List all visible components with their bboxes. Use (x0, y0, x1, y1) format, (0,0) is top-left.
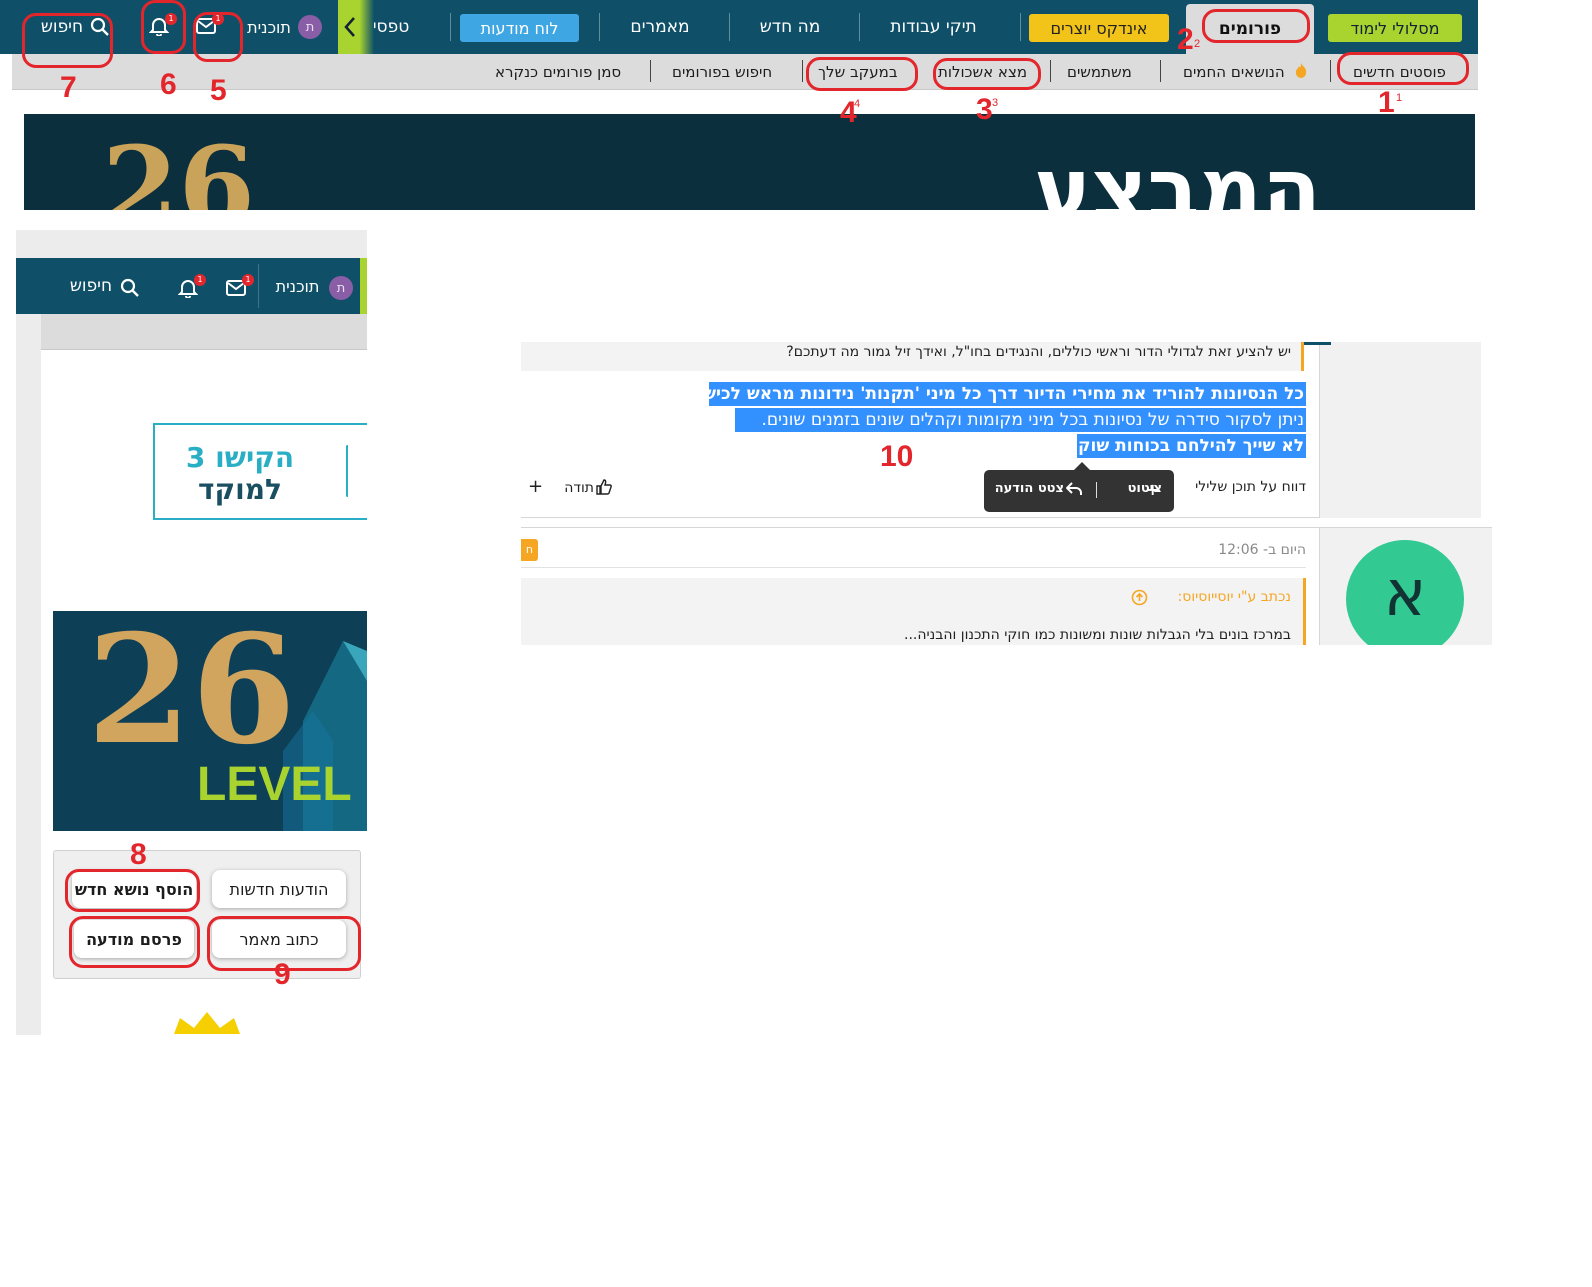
user-avatar[interactable]: ת (298, 15, 322, 39)
subnav-divider (1330, 60, 1331, 82)
sticky-sub-bar (41, 314, 367, 350)
reply-icon (1066, 482, 1082, 496)
nav-portfolios[interactable]: תיקי עבודות (866, 0, 1001, 54)
post2-timestamp: היום ב- 12:06 (1218, 542, 1306, 558)
nav-articles[interactable]: מאמרים (606, 0, 714, 54)
annotation-ring-1 (1337, 52, 1469, 85)
annotation-number-9: 9 (274, 958, 291, 991)
annotation-sup-1: 1 (1396, 92, 1403, 104)
subnav-divider (802, 60, 803, 82)
annotation-number-5: 5 (210, 74, 227, 107)
nav-divider (599, 13, 600, 41)
promo-line-2: למוקד (198, 473, 282, 506)
nav-whats-new[interactable]: מה חדש (735, 0, 845, 54)
sticky-inbox-badge: 1 (242, 274, 254, 286)
thumbs-up-icon[interactable] (596, 479, 612, 495)
crown-icon (172, 1012, 242, 1034)
post2-header-divider (521, 567, 1306, 568)
tooltip-divider (1096, 482, 1097, 498)
sticky-divider (258, 264, 259, 308)
annotation-number-6: 6 (160, 68, 177, 101)
author-avatar-letter: א (1383, 557, 1427, 631)
promo-banner[interactable]: המבצע 26 (24, 114, 1475, 210)
annotation-ring-9a (69, 916, 200, 968)
chevron-left-icon (343, 16, 357, 38)
call-center-promo[interactable]: הקישו 3 למוקד (153, 423, 367, 520)
annotation-number-2: 2 (1177, 23, 1194, 56)
annotation-number-8: 8 (130, 838, 147, 871)
post2-quote-author[interactable]: נכתב ע"י יוסייוסיוס: (1040, 589, 1291, 605)
selected-text-line-1[interactable]: כל הנסיונות להוריד את מחירי הדיור דרך כל… (669, 382, 1306, 406)
fire-icon (1294, 62, 1308, 78)
annotation-ring-2 (1202, 9, 1310, 43)
selected-text-line-2[interactable]: ניתן לסקור סידרה של נסיונות בכל מיני מקו… (735, 408, 1306, 432)
sticky-alerts-badge: 1 (194, 274, 206, 286)
sticky-user-name[interactable]: תוכנית (270, 258, 325, 314)
annotation-number-1: 1 (1378, 86, 1395, 119)
banner-26-logo: 26 (87, 611, 296, 778)
sticky-search-label[interactable]: חיפוש (64, 258, 118, 314)
sticky-nav-accent (360, 258, 367, 314)
banner-headline: המבצע (1034, 140, 1322, 210)
annotation-sup-4: 4 (854, 98, 861, 110)
level-up-banner[interactable]: 26 LEVEL U (53, 611, 367, 831)
annotation-sup-3: 3 (992, 97, 999, 109)
nav-creators-index[interactable]: אינדקס יוצרים (1029, 14, 1169, 42)
promo-bracket (346, 445, 349, 497)
post2-quote-text: במרכז בונים בלי הגבלות שונות ומשונות כמו… (904, 627, 1291, 643)
plus-icon: + (1146, 480, 1160, 499)
subnav-mark-read[interactable]: סמן פורומים כנקרא (495, 54, 621, 90)
like-label[interactable]: תודה (560, 480, 594, 496)
subnav-search-forums[interactable]: חיפוש בפורומים (672, 54, 772, 90)
annotation-ring-4 (806, 57, 918, 91)
add-reaction-icon[interactable]: + (528, 478, 543, 496)
arrow-up-circle-icon[interactable] (1131, 589, 1148, 606)
banner-logo-number: 26 (102, 122, 256, 211)
post-author-sidebar (1319, 342, 1481, 518)
nav-job-board[interactable]: לוח מודעות (460, 14, 579, 42)
sticky-user-avatar[interactable]: ת (329, 276, 353, 300)
sticky-search-icon[interactable] (120, 278, 140, 298)
annotation-ring-8 (65, 869, 200, 912)
nav-user-name[interactable]: תוכנית (243, 0, 295, 54)
annotation-number-7: 7 (60, 71, 77, 104)
new-messages-button[interactable]: הודעות חדשות (212, 870, 346, 908)
nav-divider (1020, 13, 1021, 41)
annotation-ring-3 (933, 58, 1041, 90)
avatar-crop (1319, 645, 1492, 665)
subnav-divider (1050, 60, 1051, 82)
annotation-sup-2: 2 (1194, 38, 1201, 50)
annotation-number-10: 10 (880, 440, 914, 473)
selected-text-line-3[interactable]: לא שייך להילחם בכוחות שוק ! (1064, 434, 1306, 458)
report-link[interactable]: דווח על תוכן שלילי (1180, 479, 1306, 495)
annotation-ring-7 (22, 13, 113, 68)
nav-learning-paths[interactable]: מסלולי לימוד (1328, 14, 1462, 42)
subnav-divider (650, 60, 651, 82)
annotation-ring-6 (141, 0, 186, 54)
post2-pointer (1306, 556, 1318, 574)
nav-divider (859, 13, 860, 41)
banner-level-text: LEVEL U (197, 758, 367, 811)
annotation-number-3: 3 (976, 93, 993, 126)
tooltip-arrow (1074, 462, 1090, 470)
post2-new-badge: ח (521, 539, 538, 561)
subnav-hot-topics[interactable]: הנושאים החמים (1183, 54, 1285, 90)
annotation-ring-5 (193, 12, 243, 62)
nav-divider (450, 13, 451, 41)
quote-text: יש להציע זאת לגדולי הדור וראשי כוללים, ו… (786, 344, 1291, 360)
promo-line-1: הקישו 3 (185, 441, 295, 474)
nav-divider (729, 13, 730, 41)
tooltip-reply-button[interactable]: צטט הודעה (994, 481, 1064, 501)
subnav-members[interactable]: משתמשים (1067, 54, 1132, 90)
subnav-divider (1160, 60, 1161, 82)
